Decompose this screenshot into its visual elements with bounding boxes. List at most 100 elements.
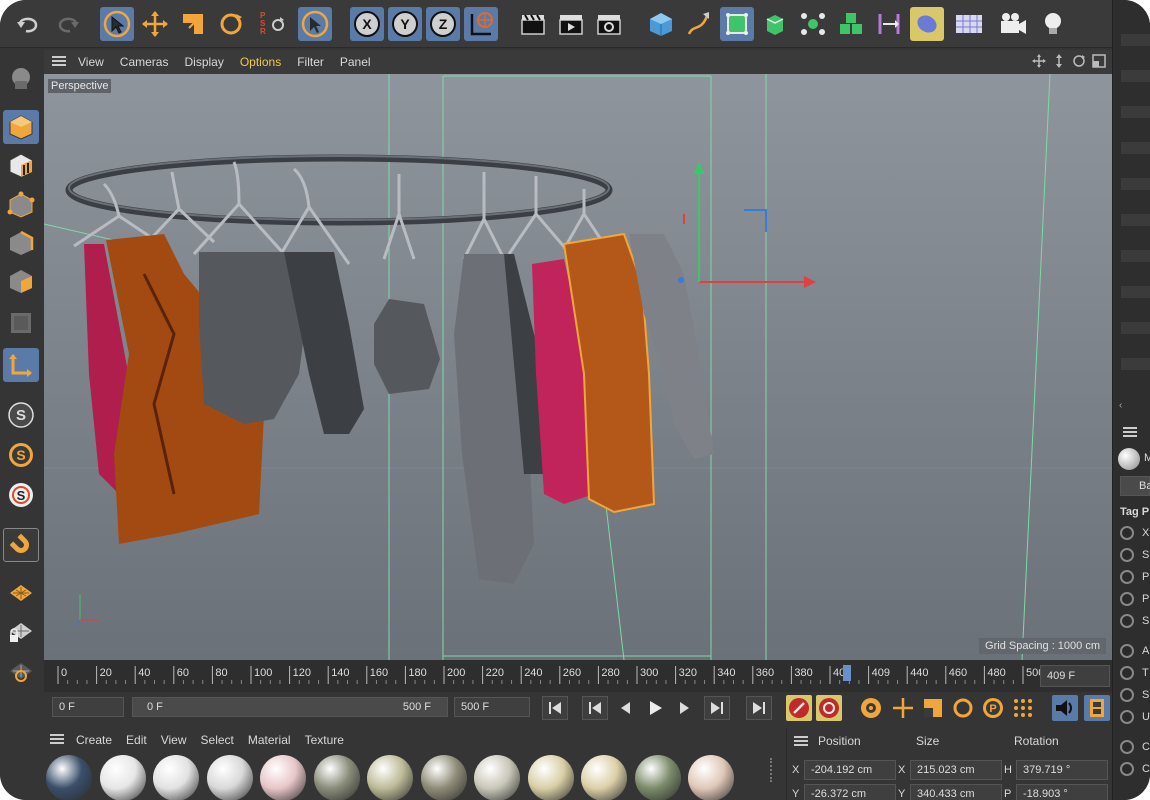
scale-icon[interactable] [176,7,210,41]
rotation-p-field[interactable]: -18.903 ° [1016,784,1108,800]
menu-cameras[interactable]: Cameras [120,55,169,69]
material-swatch[interactable] [153,755,199,800]
tag-property-toggle[interactable] [1120,762,1134,776]
preview-range-slider[interactable]: 0 F 500 F [132,697,448,717]
light-icon[interactable] [1036,7,1070,41]
coordinate-system-icon[interactable] [464,7,498,41]
material-menu-select[interactable]: Select [201,733,234,747]
material-swatch[interactable] [99,755,146,800]
undo-icon[interactable] [12,7,46,41]
material-swatch[interactable] [688,755,734,800]
object-row[interactable] [1121,70,1150,82]
next-frame-button[interactable] [672,696,698,720]
make-editable-icon[interactable] [3,62,39,96]
object-row[interactable] [1121,322,1150,334]
redo-icon[interactable] [50,7,84,41]
keyframe-selection-icon[interactable] [858,695,884,721]
material-swatch[interactable] [206,755,253,800]
material-menu-icon[interactable] [50,733,64,748]
axis-tool-icon[interactable] [3,576,39,610]
tag-property-toggle[interactable] [1120,666,1134,680]
extrude-generator-icon[interactable] [758,7,792,41]
subdivision-surface-icon[interactable] [720,7,754,41]
tag-property-toggle[interactable] [1120,548,1134,562]
end-frame-field[interactable]: 500 F [454,697,530,717]
tag-property-toggle[interactable] [1120,526,1134,540]
go-to-start-button[interactable] [542,696,568,720]
material-swatch[interactable] [581,755,627,800]
record-active-objects-icon[interactable] [786,695,812,721]
size-x-field[interactable]: 215.023 cm [910,760,1002,780]
points-mode-icon[interactable] [3,188,39,222]
object-row[interactable] [1121,178,1150,190]
material-menu-material[interactable]: Material [248,733,291,747]
material-swatch[interactable] [527,755,574,800]
edges-mode-icon[interactable] [3,226,39,260]
menu-panel[interactable]: Panel [340,55,371,69]
object-row[interactable] [1121,286,1150,298]
object-row[interactable] [1121,358,1150,370]
key-rotation-icon[interactable] [950,695,976,721]
size-y-field[interactable]: 340.433 cm [910,784,1002,800]
coordinates-menu-icon[interactable] [794,735,808,750]
menu-filter[interactable]: Filter [297,55,324,69]
object-row[interactable] [1121,250,1150,262]
lock-workplane-icon[interactable] [3,614,39,648]
tag-property-toggle[interactable] [1120,644,1134,658]
workplane-icon[interactable] [3,348,39,382]
playhead[interactable] [843,665,852,681]
material-menu-create[interactable]: Create [76,733,112,747]
start-frame-field[interactable]: 0 F [52,697,124,717]
object-row[interactable] [1121,34,1150,46]
psr-icon[interactable]: P S R [256,7,290,41]
material-swatch[interactable] [474,755,520,800]
material-menu-view[interactable]: View [161,733,187,747]
material-swatch[interactable] [420,755,467,800]
tag-property-toggle[interactable] [1120,740,1134,754]
object-row[interactable] [1121,106,1150,118]
material-swatch[interactable] [634,755,681,800]
cube-primitive-icon[interactable] [644,7,678,41]
tag-property-toggle[interactable] [1120,688,1134,702]
rotate-icon[interactable] [214,7,248,41]
cloner-icon[interactable] [796,7,830,41]
menu-view[interactable]: View [78,55,104,69]
planar-workplane-icon[interactable] [3,654,39,688]
previous-key-button[interactable] [582,696,608,720]
sound-icon[interactable] [1052,695,1078,721]
render-to-picture-viewer-icon[interactable] [554,7,588,41]
autokeying-icon[interactable] [816,695,842,721]
menu-display[interactable]: Display [184,55,223,69]
material-swatch[interactable] [313,755,360,800]
attributes-menu-icon[interactable] [1123,426,1137,441]
live-selection-icon[interactable] [100,7,134,41]
texture-mode-icon[interactable] [3,148,39,182]
current-frame-field[interactable]: 409 F [1040,665,1110,687]
material-menu-texture[interactable]: Texture [305,733,344,747]
position-y-field[interactable]: -26.372 cm [804,784,896,800]
viewport-toggle-icon[interactable] [1092,54,1106,71]
next-key-button[interactable] [704,696,730,720]
material-swatch[interactable] [260,755,306,800]
position-x-field[interactable]: -204.192 cm [804,760,896,780]
polygons-mode-icon[interactable] [3,264,39,298]
play-button[interactable] [642,696,668,720]
scroll-left-icon[interactable]: ‹ [1119,400,1122,411]
material-swatch[interactable] [367,755,413,800]
snap-icon[interactable]: S [3,398,39,432]
camera-icon[interactable] [996,7,1030,41]
magnet-icon[interactable] [3,528,39,562]
key-parameter-icon[interactable]: P [980,695,1006,721]
tag-property-toggle[interactable] [1120,570,1134,584]
tag-property-toggle[interactable] [1120,614,1134,628]
object-row[interactable] [1121,214,1150,226]
render-settings-icon[interactable] [592,7,626,41]
tag-property-toggle[interactable] [1120,710,1134,724]
viewport-rotate-icon[interactable] [1072,54,1086,71]
object-row[interactable] [1121,142,1150,154]
basic-tab[interactable]: Ba [1120,476,1150,496]
x-axis-lock-button[interactable]: X [350,7,384,41]
viewport-zoom-icon[interactable] [1052,54,1066,71]
material-swatch[interactable] [46,755,92,800]
timeline-ruler[interactable]: 0 20 40 60 80 100 120 140 160 180 200 220 240 260 280 3… [44,660,1112,692]
